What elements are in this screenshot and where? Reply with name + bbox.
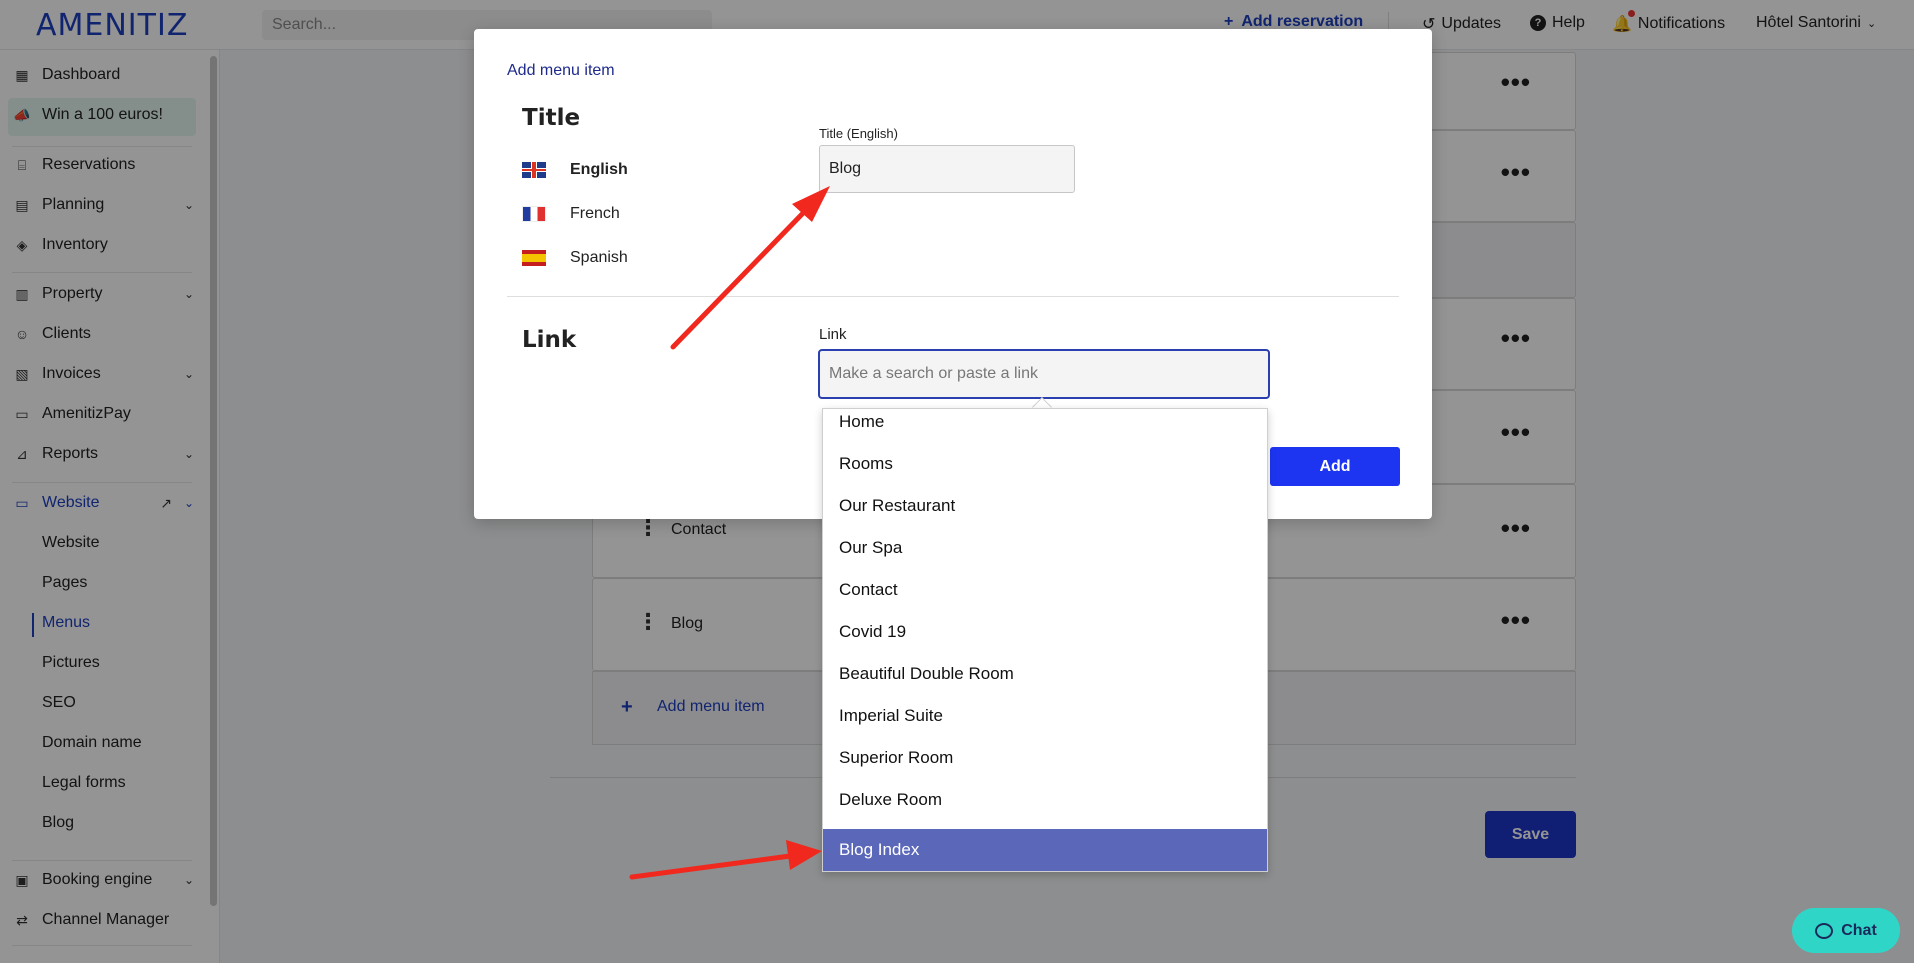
language-tab-english[interactable]: English (522, 161, 628, 179)
link-section-heading: Link (522, 327, 577, 353)
language-tab-spanish[interactable]: Spanish (522, 249, 628, 267)
dropdown-option-selected[interactable]: Blog Index (823, 829, 1267, 871)
chat-label: Chat (1841, 921, 1877, 939)
modal-divider (507, 296, 1399, 297)
uk-flag-icon (522, 162, 546, 178)
dropdown-option[interactable]: Superior Room (823, 737, 1267, 779)
dropdown-option[interactable]: Deluxe Room (823, 779, 1267, 821)
dropdown-option[interactable]: Contact (823, 569, 1267, 611)
dropdown-option[interactable]: Our Restaurant (823, 485, 1267, 527)
dropdown-option[interactable]: Rooms (823, 443, 1267, 485)
dropdown-option[interactable]: Covid 19 (823, 611, 1267, 653)
link-field-label: Link (819, 326, 847, 343)
language-label: Spanish (570, 249, 628, 266)
link-search-input[interactable] (818, 349, 1270, 399)
dropdown-option[interactable]: Our Spa (823, 527, 1267, 569)
language-tab-french[interactable]: French (522, 205, 620, 223)
spain-flag-icon (522, 250, 546, 266)
language-label: French (570, 205, 620, 222)
dropdown-option[interactable]: Imperial Suite (823, 695, 1267, 737)
link-dropdown: Home Rooms Our Restaurant Our Spa Contac… (822, 408, 1268, 872)
dropdown-option[interactable]: Home (823, 409, 1267, 443)
chat-bubble-icon (1815, 922, 1834, 939)
france-flag-icon (522, 206, 546, 222)
title-section-heading: Title (522, 105, 581, 131)
dropdown-option[interactable]: Beautiful Double Room (823, 653, 1267, 695)
language-label: English (570, 161, 628, 178)
add-button[interactable]: Add (1270, 447, 1400, 486)
title-field-label: Title (English) (819, 126, 898, 141)
chat-button[interactable]: Chat (1792, 908, 1900, 953)
title-input[interactable] (819, 145, 1075, 193)
modal-heading: Add menu item (507, 62, 615, 79)
